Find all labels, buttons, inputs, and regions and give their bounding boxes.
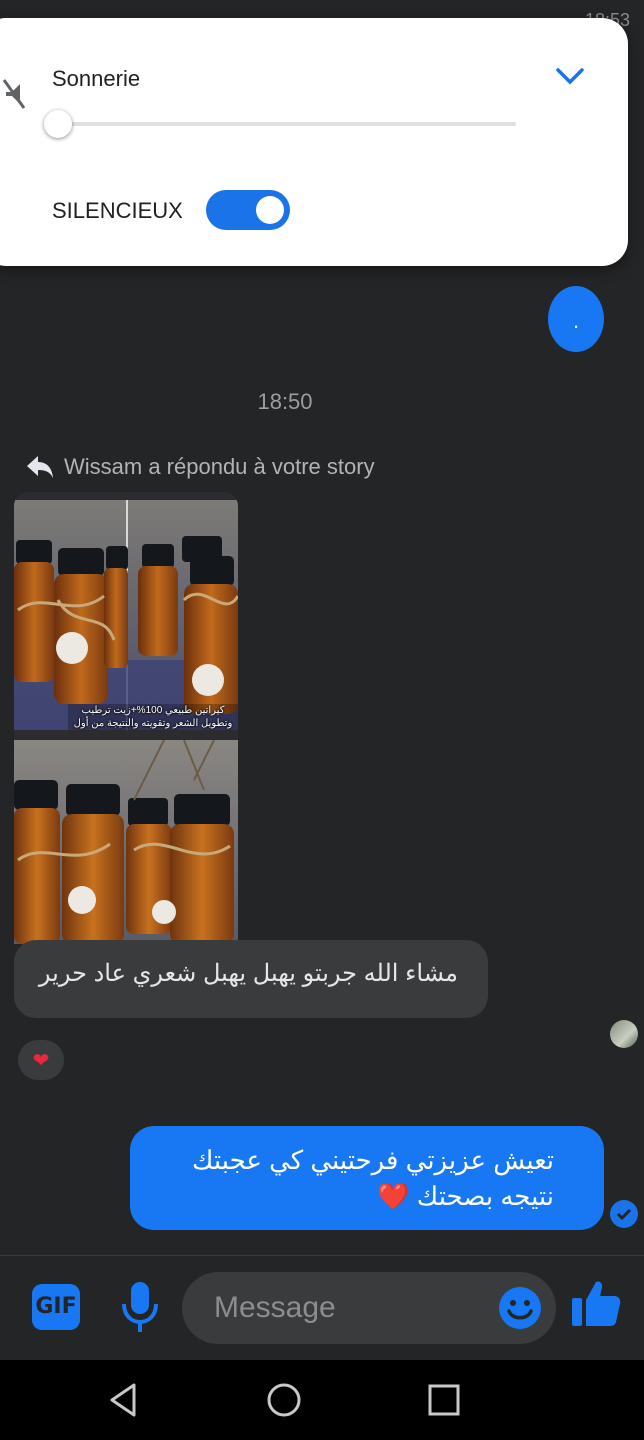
silent-mode-label: SILENCIEUX xyxy=(52,198,183,223)
volume-stream-title: Sonnerie xyxy=(52,66,141,91)
volume-slider-thumb[interactable] xyxy=(44,110,72,138)
story-image-preview[interactable]: كيراتين طبيعي 100%+زيت ترطيب وتطويل الشع… xyxy=(14,492,238,944)
story-overlay-caption: كيراتين طبيعي 100%+زيت ترطيب وتطويل الشع… xyxy=(68,704,238,730)
message-timestamp: 18:50 xyxy=(257,389,313,414)
volume-panel: Sonnerie SILENCIEUX xyxy=(0,18,628,266)
sent-message-bubble[interactable]: تعيش عزيزتي فرحتيني كي عجبتك نتيجه بصحتك… xyxy=(130,1126,604,1230)
story-reply-label: Wissam a répondu à votre story xyxy=(64,454,375,479)
delivered-check-icon xyxy=(610,1200,638,1228)
volume-muted-icon[interactable] xyxy=(2,74,26,114)
silent-mode-toggle[interactable] xyxy=(206,190,290,230)
home-icon[interactable] xyxy=(266,1382,302,1418)
reply-arrow-icon xyxy=(27,456,53,478)
back-icon[interactable] xyxy=(106,1382,142,1418)
toggle-knob xyxy=(256,196,284,224)
sender-avatar xyxy=(610,1020,638,1048)
thumbs-up-icon[interactable] xyxy=(570,1278,622,1330)
sent-message-dot[interactable]: . xyxy=(548,286,604,352)
chevron-down-icon[interactable] xyxy=(554,64,586,88)
recents-icon[interactable] xyxy=(428,1384,460,1416)
story-photo-jars-top: كيراتين طبيعي 100%+زيت ترطيب وتطويل الشع… xyxy=(14,500,238,730)
system-navigation-bar xyxy=(0,1360,644,1440)
microphone-icon[interactable] xyxy=(120,1280,160,1334)
gif-button[interactable]: GIF xyxy=(32,1284,80,1330)
story-photo-jars-bottom xyxy=(14,740,238,944)
story-reply-header: Wissam a répondu à votre story xyxy=(26,452,375,482)
received-message-bubble[interactable]: مشاء الله جربتو يهبل يهبل شعري عاد حرير xyxy=(14,940,488,1018)
volume-slider-track[interactable] xyxy=(60,122,516,126)
heart-reaction-badge[interactable]: ❤ xyxy=(18,1040,64,1080)
emoji-icon[interactable] xyxy=(498,1286,542,1330)
